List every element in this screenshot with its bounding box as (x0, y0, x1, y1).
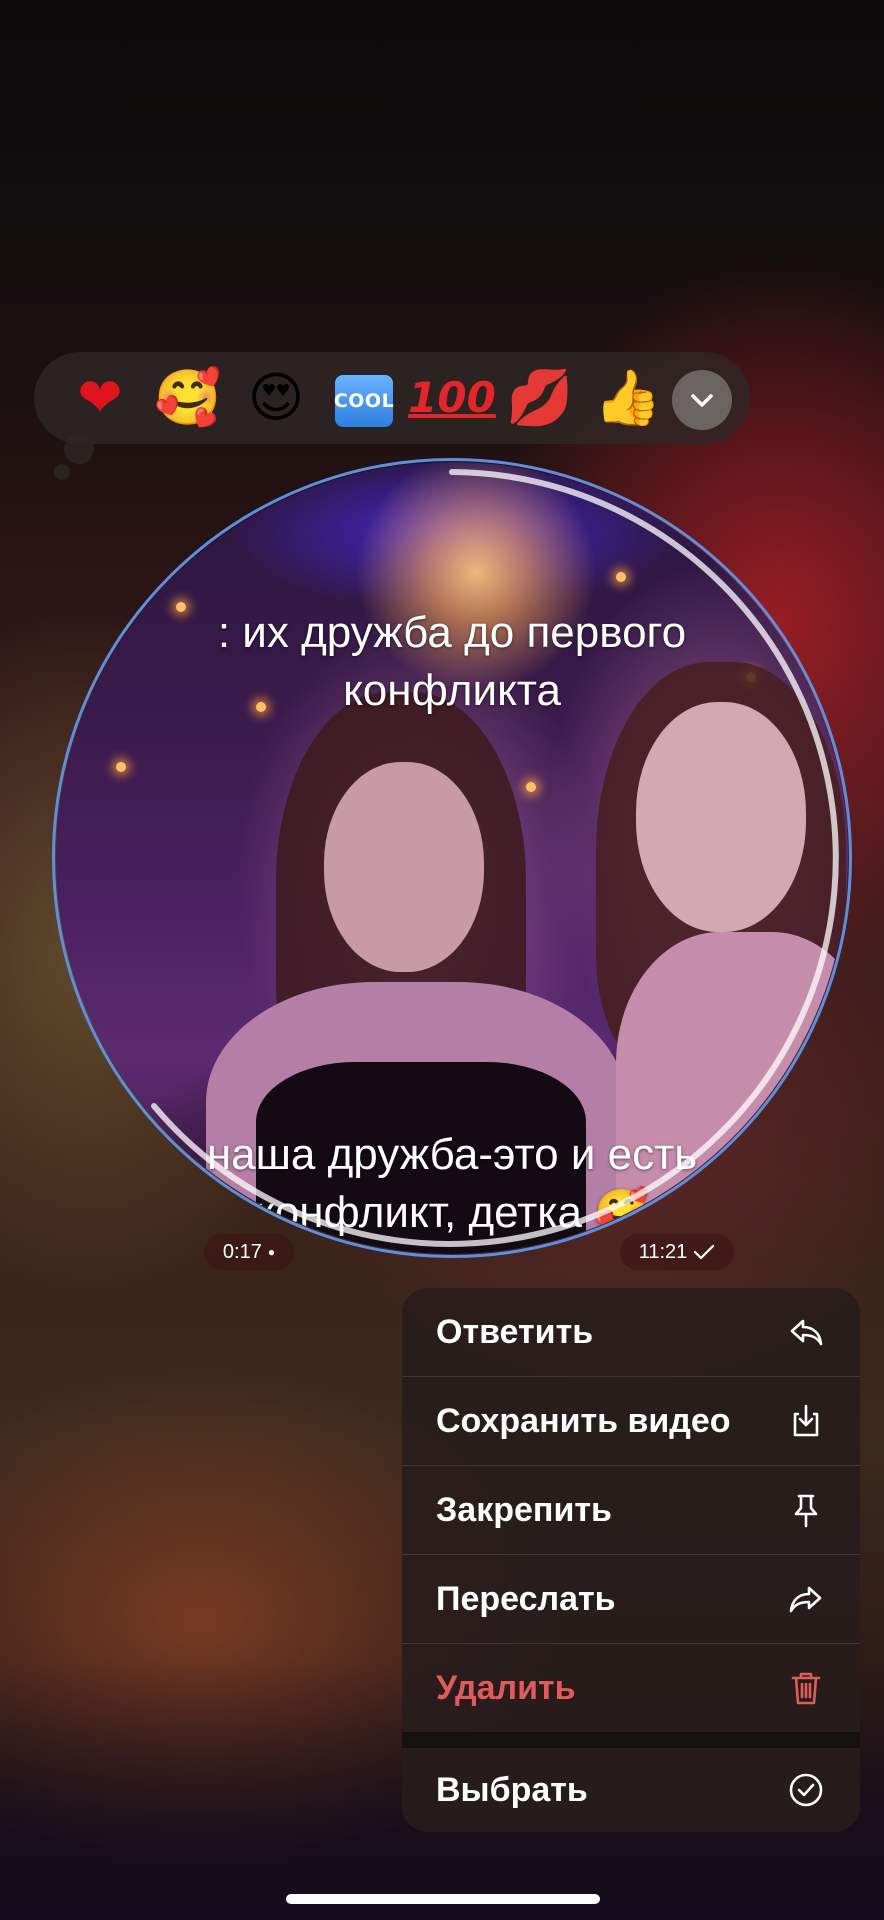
chevron-down-icon (691, 394, 713, 407)
menu-item-pin[interactable]: Закрепить (402, 1466, 860, 1554)
reaction-red-heart[interactable]: ❤ (68, 366, 132, 430)
reaction-hundred-points[interactable]: 100 (408, 366, 496, 430)
message-time-badge: 11:21 (620, 1234, 734, 1270)
expand-reactions-button[interactable] (672, 370, 732, 430)
home-indicator[interactable] (286, 1894, 600, 1904)
menu-item-select[interactable]: Выбрать (402, 1746, 860, 1832)
reaction-thumbs-up[interactable]: 👍 (594, 366, 661, 430)
menu-item-save-video[interactable]: Сохранить видео (402, 1377, 860, 1465)
reaction-smiling-face-with-hearts[interactable]: 🥰 (154, 366, 221, 430)
reaction-bar: ❤ 🥰 😍 COOL 100 💋 👍 (34, 352, 750, 444)
reply-icon (786, 1312, 826, 1352)
reaction-heart-eyes[interactable]: 😍 (244, 366, 308, 430)
sent-check-icon (694, 1244, 715, 1260)
reaction-cool[interactable]: COOL (332, 366, 396, 430)
forward-icon (786, 1579, 826, 1619)
menu-item-reply[interactable]: Ответить (402, 1288, 860, 1376)
menu-item-delete[interactable]: Удалить (402, 1644, 860, 1732)
check-circle-icon (786, 1770, 826, 1810)
playback-progress-arc (151, 469, 839, 1247)
pin-icon (786, 1490, 826, 1530)
context-menu: Ответить Сохранить видео Закрепить Перес… (402, 1288, 860, 1832)
trash-icon (786, 1668, 826, 1708)
save-icon (786, 1401, 826, 1441)
reaction-kiss-mark[interactable]: 💋 (506, 366, 573, 430)
menu-item-forward[interactable]: Переслать (402, 1555, 860, 1643)
video-duration-badge: 0:17 ● (204, 1234, 294, 1270)
unread-dot: ● (267, 1245, 276, 1259)
